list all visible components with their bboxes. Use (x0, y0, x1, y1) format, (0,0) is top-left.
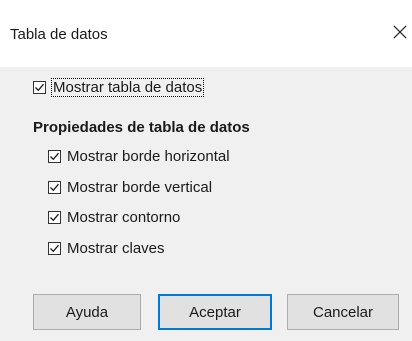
show-keys-label: Mostrar claves (67, 239, 165, 257)
checkbox-box[interactable] (33, 80, 46, 94)
checkmark-icon (35, 83, 44, 91)
help-button[interactable]: Ayuda (33, 294, 141, 330)
close-button[interactable] (388, 20, 412, 44)
checkmark-icon (50, 152, 59, 160)
checkbox-box[interactable] (48, 149, 61, 163)
show-outline-label: Mostrar contorno (67, 208, 181, 226)
show-data-table-checkbox[interactable]: Mostrar tabla de datos (33, 77, 205, 97)
checkmark-icon (50, 244, 59, 252)
checkbox-box[interactable] (48, 210, 61, 224)
show-data-table-label: Mostrar tabla de datos (50, 77, 205, 97)
title-bar: Tabla de datos (0, 0, 412, 67)
show-vertical-border-checkbox[interactable]: Mostrar borde vertical (48, 178, 212, 196)
checkbox-box[interactable] (48, 241, 61, 255)
close-icon (393, 25, 407, 39)
show-outline-checkbox[interactable]: Mostrar contorno (48, 208, 180, 226)
show-horizontal-border-checkbox[interactable]: Mostrar borde horizontal (48, 147, 230, 165)
data-table-dialog: Tabla de datos Mostrar tabla de datos Pr… (0, 0, 412, 341)
ok-button[interactable]: Aceptar (158, 294, 272, 330)
cancel-button[interactable]: Cancelar (287, 294, 399, 330)
properties-heading: Propiedades de tabla de datos (33, 119, 250, 136)
show-horizontal-border-label: Mostrar borde horizontal (67, 147, 230, 165)
dialog-title: Tabla de datos (10, 26, 108, 43)
show-keys-checkbox[interactable]: Mostrar claves (48, 239, 165, 257)
checkbox-box[interactable] (48, 180, 61, 194)
dialog-content: Mostrar tabla de datos Propiedades de ta… (0, 67, 412, 341)
checkmark-icon (50, 213, 59, 221)
show-vertical-border-label: Mostrar borde vertical (67, 178, 213, 196)
checkmark-icon (50, 183, 59, 191)
